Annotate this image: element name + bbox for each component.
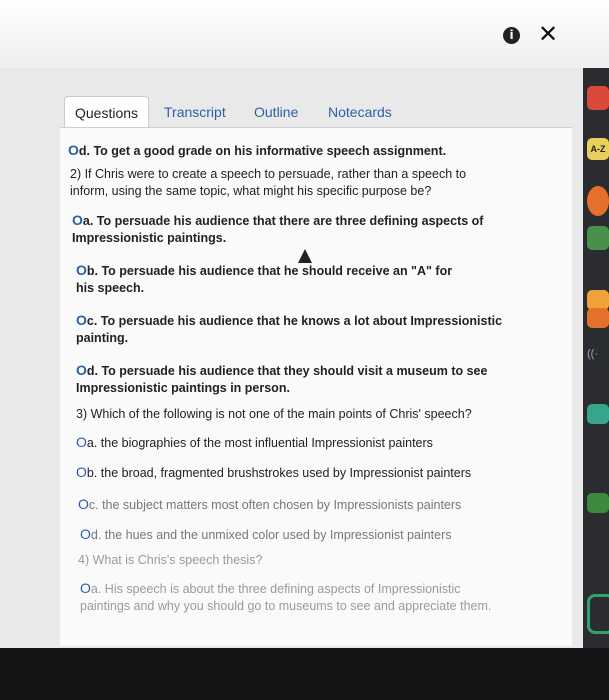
q4-option-a[interactable]: Oa. His speech is about the three defini… — [80, 580, 500, 615]
radio-icon[interactable]: O — [76, 262, 87, 278]
radio-icon[interactable]: O — [76, 434, 87, 450]
radio-icon[interactable]: O — [78, 496, 89, 512]
window-titlebar: i ✕ — [0, 0, 609, 68]
app-icon[interactable] — [587, 186, 609, 216]
app-icon[interactable] — [587, 594, 609, 634]
bar-icon[interactable] — [587, 290, 609, 310]
tab-notecards[interactable]: Notecards — [328, 96, 392, 128]
q3-option-d[interactable]: Od. the hues and the unmixed color used … — [80, 526, 560, 544]
radio-icon[interactable]: O — [76, 464, 87, 480]
radio-icon[interactable]: O — [76, 312, 87, 328]
q2-option-a[interactable]: Oa. To persuade his audience that there … — [72, 212, 492, 247]
tab-transcript[interactable]: Transcript — [164, 96, 226, 128]
q2-option-d[interactable]: Od. To persuade his audience that they s… — [76, 362, 496, 397]
close-icon[interactable]: ✕ — [538, 22, 560, 46]
question-4: 4) What is Chris's speech thesis? — [78, 553, 263, 567]
q2-option-b[interactable]: Ob. To persuade his audience that he sho… — [76, 262, 466, 297]
audio-icon[interactable]: ((· — [587, 348, 609, 366]
app-icon[interactable] — [587, 493, 609, 513]
app-icon[interactable] — [587, 226, 609, 250]
app-sidebar: A-Z ((· — [583, 68, 609, 648]
app-icon[interactable] — [587, 404, 609, 424]
bar-icon[interactable] — [587, 308, 609, 328]
bottom-bezel — [0, 648, 609, 700]
q3-option-b[interactable]: Ob. the broad, fragmented brushstrokes u… — [76, 464, 556, 482]
tab-outline[interactable]: Outline — [254, 96, 298, 128]
radio-icon[interactable]: O — [80, 580, 91, 596]
info-icon[interactable]: i — [503, 27, 520, 44]
radio-icon[interactable]: O — [76, 362, 87, 378]
cursor-icon — [298, 249, 312, 263]
questions-content: Od. To get a good grade on his informati… — [60, 127, 572, 646]
radio-icon[interactable]: O — [68, 142, 79, 158]
q1-option-d[interactable]: Od. To get a good grade on his informati… — [68, 142, 558, 160]
q3-option-c[interactable]: Oc. the subject matters most often chose… — [78, 496, 558, 514]
feed-icon[interactable] — [587, 86, 609, 110]
q2-option-c[interactable]: Oc. To persuade his audience that he kno… — [76, 312, 506, 347]
az-icon[interactable]: A-Z — [587, 138, 609, 160]
question-2: 2) If Chris were to create a speech to p… — [70, 167, 467, 198]
tab-questions[interactable]: Questions — [64, 96, 150, 129]
radio-icon[interactable]: O — [72, 212, 83, 228]
radio-icon[interactable]: O — [80, 526, 91, 542]
q3-option-a[interactable]: Oa. the biographies of the most influent… — [76, 434, 556, 452]
question-3: 3) Which of the following is not one of … — [76, 407, 472, 421]
